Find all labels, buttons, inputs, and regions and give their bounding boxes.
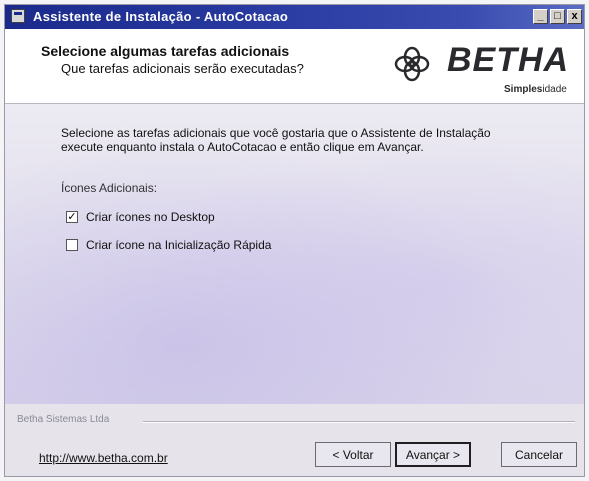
installer-app-icon xyxy=(11,9,25,23)
wizard-header: Selecione algumas tarefas adicionais Que… xyxy=(5,29,584,104)
window-title: Assistente de Instalação - AutoCotacao xyxy=(33,9,289,24)
brand-logo-text: BETHA xyxy=(447,41,570,79)
betha-knot-icon xyxy=(394,46,430,82)
maximize-button[interactable]: □ xyxy=(550,9,565,24)
installer-window: Assistente de Instalação - AutoCotacao _… xyxy=(4,4,585,477)
page-subtitle: Que tarefas adicionais serão executadas? xyxy=(61,61,304,76)
task-quick-launch-icon[interactable]: Criar ícone na Inicialização Rápida xyxy=(66,238,271,252)
page-title: Selecione algumas tarefas adicionais xyxy=(41,43,290,59)
close-button[interactable]: x xyxy=(567,9,582,24)
brand-tagline: Simplesidade xyxy=(504,84,567,95)
betha-website-link[interactable]: http://www.betha.com.br xyxy=(39,451,168,465)
next-button[interactable]: Avançar > xyxy=(395,442,471,467)
desktop-icon-checkbox[interactable]: ✓ xyxy=(66,211,78,223)
cancel-button[interactable]: Cancelar xyxy=(501,442,577,467)
company-separator-label: Betha Sistemas Ltda xyxy=(17,414,110,425)
task-description: Selecione as tarefas adicionais que você… xyxy=(61,126,491,154)
minimize-button[interactable]: _ xyxy=(533,9,548,24)
back-button[interactable]: < Voltar xyxy=(315,442,391,467)
task-label: Criar ícones no Desktop xyxy=(86,210,215,224)
task-desktop-icon[interactable]: ✓ Criar ícones no Desktop xyxy=(66,210,215,224)
additional-icons-label: Ícones Adicionais: xyxy=(61,181,158,195)
task-label: Criar ícone na Inicialização Rápida xyxy=(86,238,272,252)
quick-launch-checkbox[interactable] xyxy=(66,239,78,251)
title-bar[interactable]: Assistente de Instalação - AutoCotacao _… xyxy=(5,5,584,29)
footer-divider xyxy=(143,421,575,423)
wizard-content: Selecione as tarefas adicionais que você… xyxy=(5,104,584,404)
